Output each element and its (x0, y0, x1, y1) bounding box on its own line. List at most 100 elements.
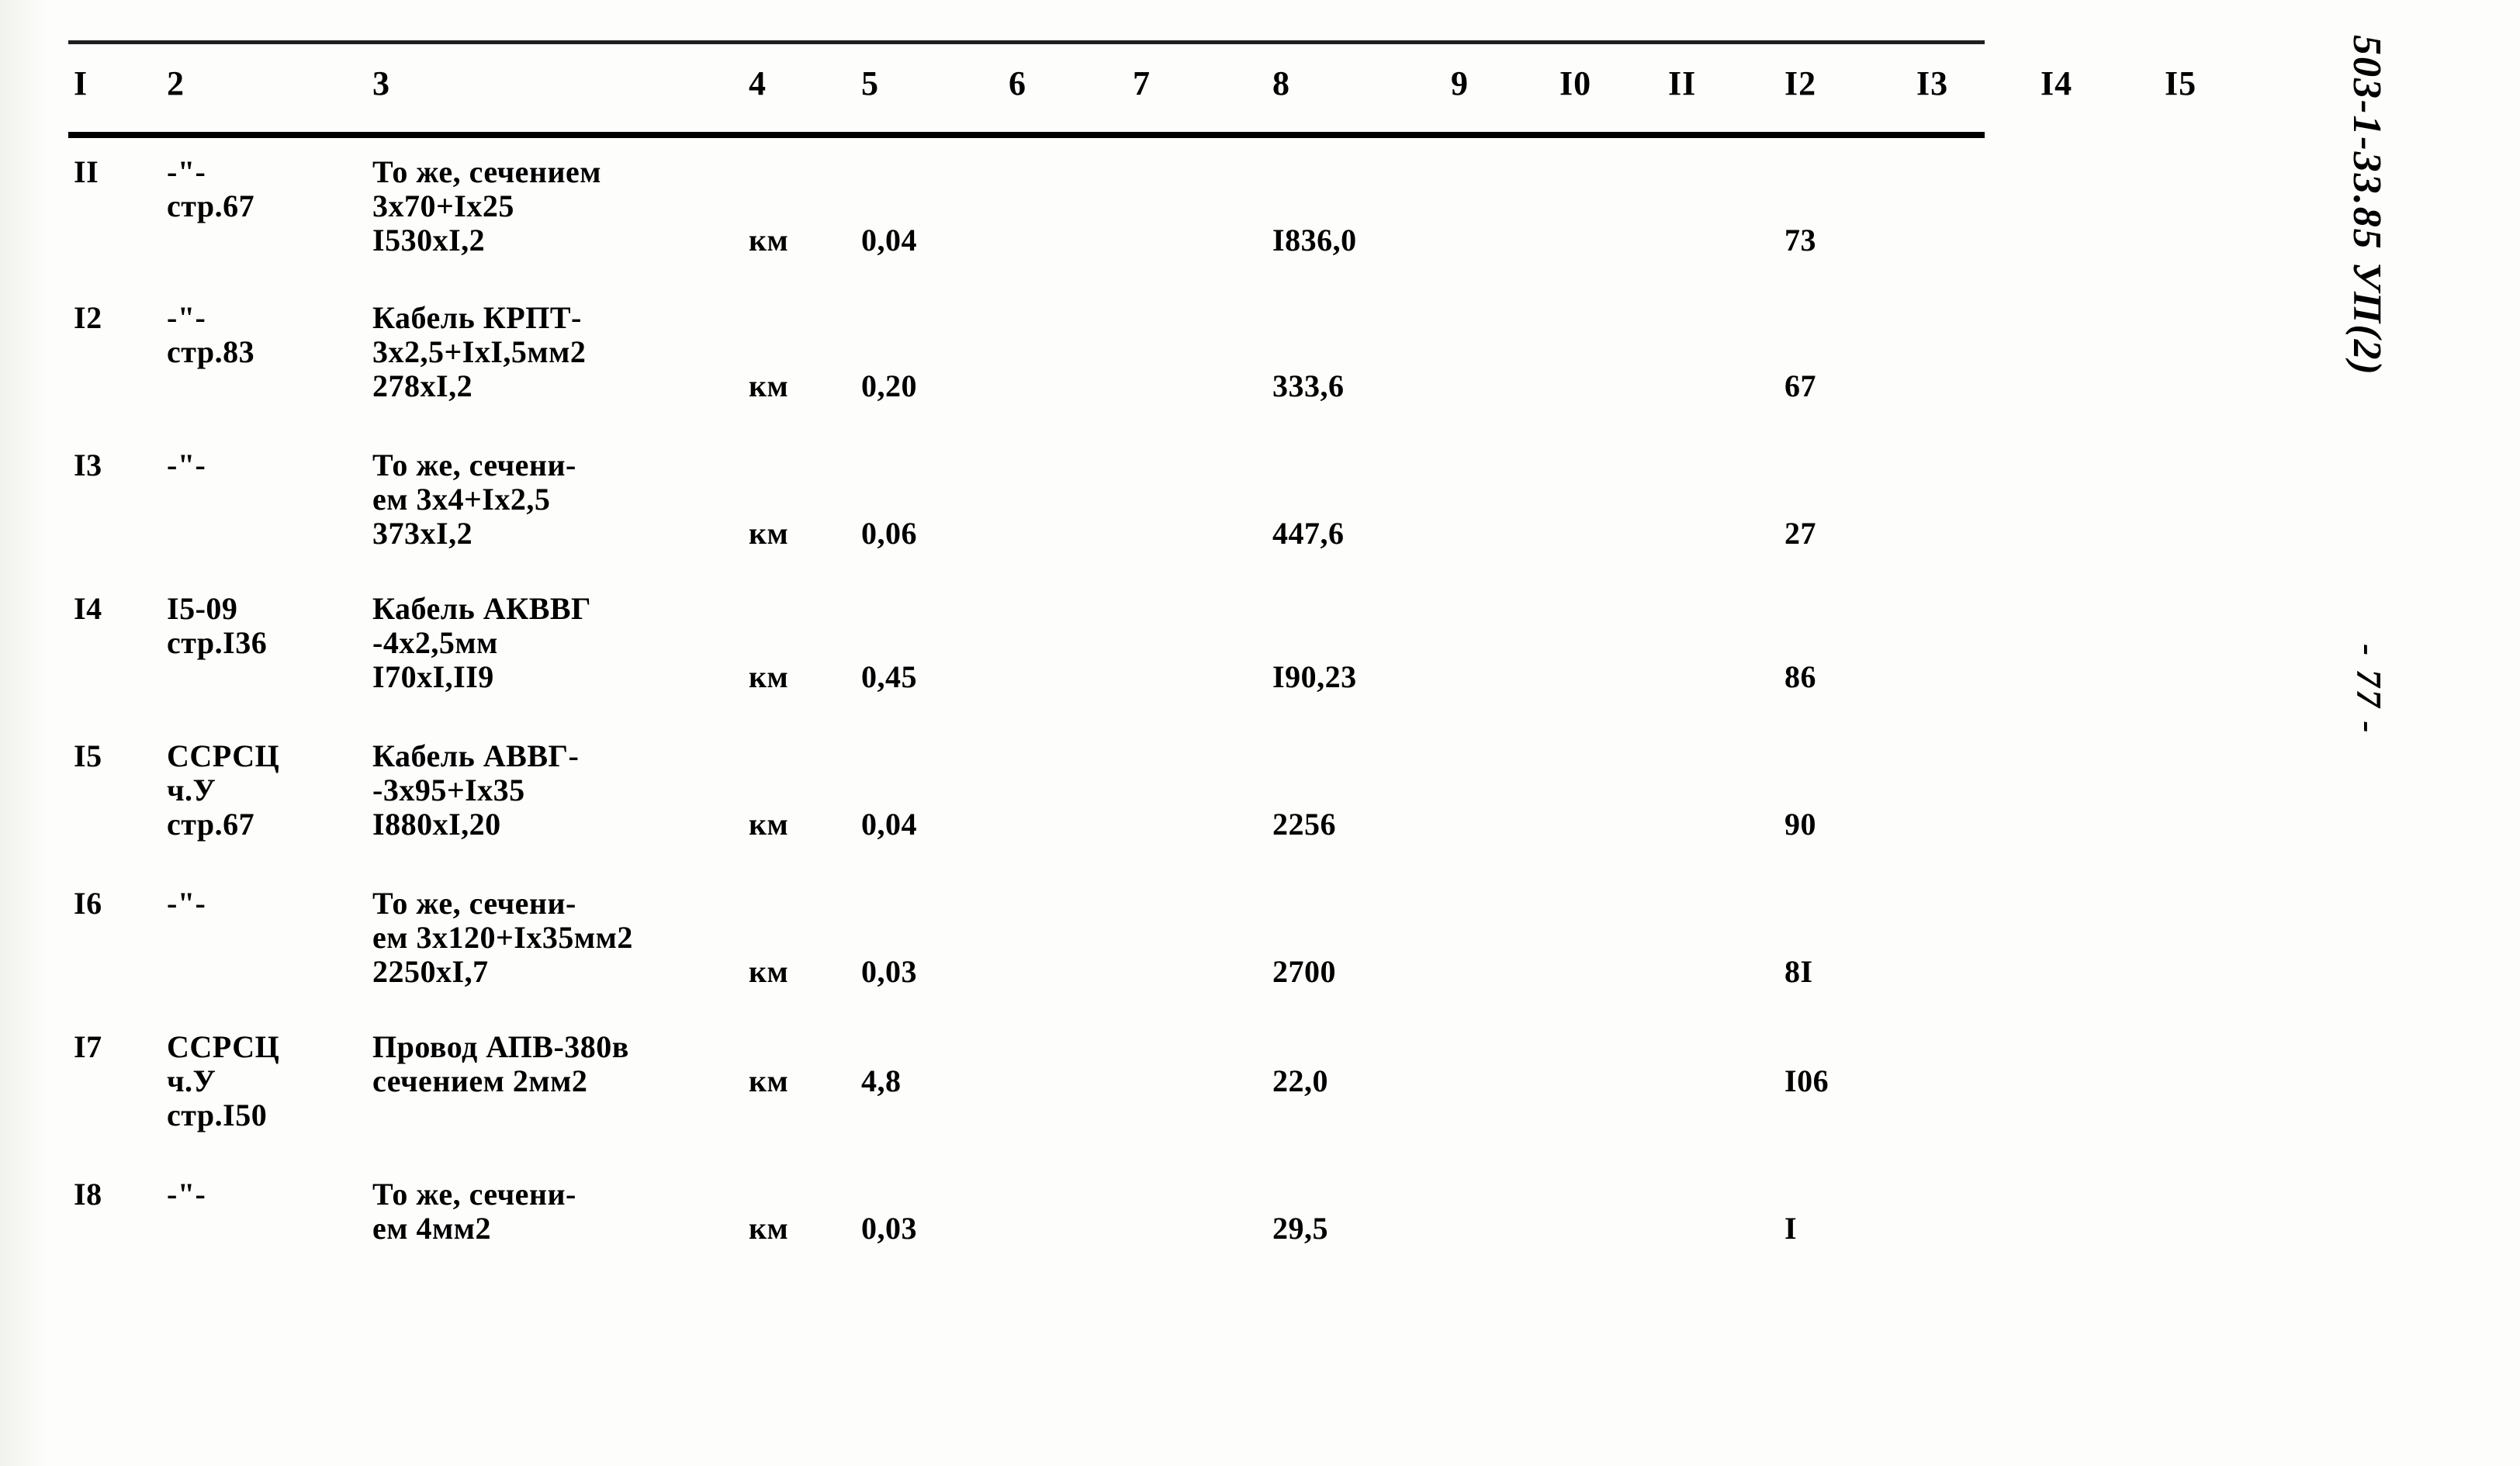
table-row: II -"- стр.67 То же, сечением 3х70+Iх25 I530х… (0, 155, 2273, 301)
page-number-label: - 77 - (2349, 644, 2389, 735)
row-name-cell-line-1: То же, сечени- (372, 886, 576, 921)
row-name-cell-line-2: -4х2,5мм (372, 625, 498, 660)
column-header-14: I4 (2041, 64, 2073, 102)
row-quantity-cell: 0,20 (861, 368, 917, 403)
row-unit-cell: км (749, 516, 789, 551)
table-body: II -"- стр.67 То же, сечением 3х70+Iх25 I530х… (0, 155, 2273, 1309)
column-header-5: 5 (861, 64, 879, 102)
row-name-cell-line-1: Кабель КРПТ- (372, 300, 582, 335)
column-header-6: 6 (1009, 64, 1026, 102)
row-quantity-cell: 0,04 (861, 807, 917, 842)
page-margin-strip: 503-1-33.85 УП(2) - 77 - (2273, 0, 2520, 1466)
row-number-cell: I4 (74, 591, 102, 626)
row-name-cell-line-1: То же, сечени- (372, 448, 576, 482)
row-unit-cell: км (749, 1063, 789, 1098)
row-name-cell-line-2: сечением 2мм2 (372, 1063, 588, 1098)
row-source-cell-line-2: стр.I36 (167, 625, 268, 660)
row-sum-cell: 447,6 (1272, 516, 1345, 551)
row-sum-cell: I836,0 (1272, 223, 1357, 258)
table-column-header-row: I 2 3 4 5 6 7 8 9 I0 II I2 I3 I4 I5 (0, 61, 2273, 115)
row-source-cell-line-3: стр.I50 (167, 1098, 268, 1132)
row-name-cell-line-3: 373хI,2 (372, 516, 473, 551)
row-name-cell-line-2: ем 4мм2 (372, 1211, 491, 1246)
column-header-12: I2 (1784, 64, 1817, 102)
row-col12-cell: 27 (1784, 516, 1816, 551)
row-number-cell: I5 (74, 738, 102, 773)
row-col12-cell: 8I (1784, 954, 1813, 989)
row-unit-cell: км (749, 807, 789, 842)
row-source-cell-line-2: ч.У (167, 1063, 216, 1098)
album-code-label: 503-1-33.85 УП(2) (2345, 35, 2389, 376)
row-unit-cell: км (749, 954, 789, 989)
row-quantity-cell: 0,04 (861, 223, 917, 258)
row-source-cell-line-2: стр.83 (167, 334, 255, 369)
row-number-cell: I7 (74, 1029, 102, 1064)
row-name-cell-line-2: 3х70+Iх25 (372, 188, 514, 223)
document-page: I 2 3 4 5 6 7 8 9 I0 II I2 I3 I4 I5 II -"- стр.67 То же, … (0, 0, 2520, 1466)
table-row: I4 I5-09 стр.I36 Кабель АКВВГ -4х2,5мм I70хI,… (0, 592, 2273, 739)
column-header-8: 8 (1272, 64, 1290, 102)
row-col12-cell: 67 (1784, 368, 1816, 403)
row-quantity-cell: 0,03 (861, 1211, 917, 1246)
row-number-cell: I2 (74, 300, 102, 335)
column-header-9: 9 (1451, 64, 1469, 102)
column-header-1: I (74, 64, 88, 102)
row-quantity-cell: 4,8 (861, 1063, 902, 1098)
row-unit-cell: км (749, 223, 789, 258)
row-name-cell-line-2: -3х95+Iх35 (372, 773, 525, 807)
row-col12-cell: I (1784, 1211, 1798, 1246)
row-name-cell-line-1: Провод АПВ-380в (372, 1029, 629, 1064)
row-col12-cell: 90 (1784, 807, 1816, 842)
row-name-cell-line-2: ем 3х4+Iх2,5 (372, 482, 551, 517)
row-source-cell-line-1: -"- (167, 300, 206, 335)
row-name-cell-line-3: 2250хI,7 (372, 954, 489, 989)
row-sum-cell: 22,0 (1272, 1063, 1328, 1098)
row-number-cell: I3 (74, 448, 102, 482)
row-name-cell-line-3: I70хI,II9 (372, 659, 494, 694)
row-name-cell-line-3: I880хI,20 (372, 807, 501, 842)
row-unit-cell: км (749, 368, 789, 403)
row-name-cell-line-1: То же, сечени- (372, 1177, 576, 1212)
row-quantity-cell: 0,06 (861, 516, 917, 551)
table-row: I3 -"- То же, сечени-ем 3х4+Iх2,5 373хI,2 км… (0, 448, 2273, 592)
table-row: I6 -"- То же, сечени-ем 3х120+Iх35мм2 2250х… (0, 887, 2273, 1030)
row-sum-cell: 2700 (1272, 954, 1336, 989)
row-source-cell-line-1: -"- (167, 154, 206, 189)
column-header-7: 7 (1133, 64, 1151, 102)
table-top-rule (68, 40, 1985, 44)
row-source-cell-line-1: -"- (167, 886, 206, 921)
row-source-cell-line-1: -"- (167, 448, 206, 482)
row-source-cell-line-1: ССРСЦ (167, 1029, 280, 1064)
row-name-cell-line-3: I530хI,2 (372, 223, 486, 258)
row-source-cell-line-3: стр.67 (167, 807, 255, 842)
table-row: I7 ССРСЦ ч.У стр.I50 Провод АПВ-380в сечением… (0, 1030, 2273, 1177)
row-name-cell-line-2: 3х2,5+IхI,5мм2 (372, 334, 587, 369)
column-header-11: II (1668, 64, 1697, 102)
column-header-3: 3 (372, 64, 390, 102)
row-name-cell-line-1: То же, сечением (372, 154, 602, 189)
row-quantity-cell: 0,03 (861, 954, 917, 989)
row-quantity-cell: 0,45 (861, 659, 917, 694)
row-number-cell: II (74, 154, 99, 189)
row-name-cell-line-1: Кабель АКВВГ (372, 591, 591, 626)
row-sum-cell: 333,6 (1272, 368, 1345, 403)
table-row: I5 ССРСЦ ч.У стр.67 Кабель АВВГ- -3х95+Iх35 I8… (0, 739, 2273, 887)
row-source-cell-line-2: стр.67 (167, 188, 255, 223)
row-col12-cell: I06 (1784, 1063, 1829, 1098)
table-row: I2 -"- стр.83 Кабель КРПТ- 3х2,5+IхI,5мм2 278… (0, 301, 2273, 448)
table-row: I8 -"- То же, сечени-ем 4мм2 км 0,03 29,5 I (0, 1177, 2273, 1309)
table-sheet: I 2 3 4 5 6 7 8 9 I0 II I2 I3 I4 I5 II -"- стр.67 То же, … (0, 0, 2273, 1466)
row-number-cell: I8 (74, 1177, 102, 1212)
column-header-15: I5 (2165, 64, 2197, 102)
row-sum-cell: 2256 (1272, 807, 1336, 842)
row-col12-cell: 73 (1784, 223, 1816, 258)
row-col12-cell: 86 (1784, 659, 1816, 694)
column-header-13: I3 (1916, 64, 1949, 102)
row-source-cell-line-1: ССРСЦ (167, 738, 280, 773)
row-sum-cell: 29,5 (1272, 1211, 1328, 1246)
row-source-cell-line-1: I5-09 (167, 591, 238, 626)
row-name-cell-line-2: ем 3х120+Iх35мм2 (372, 920, 633, 955)
row-sum-cell: I90,23 (1272, 659, 1357, 694)
row-unit-cell: км (749, 1211, 789, 1246)
row-unit-cell: км (749, 659, 789, 694)
